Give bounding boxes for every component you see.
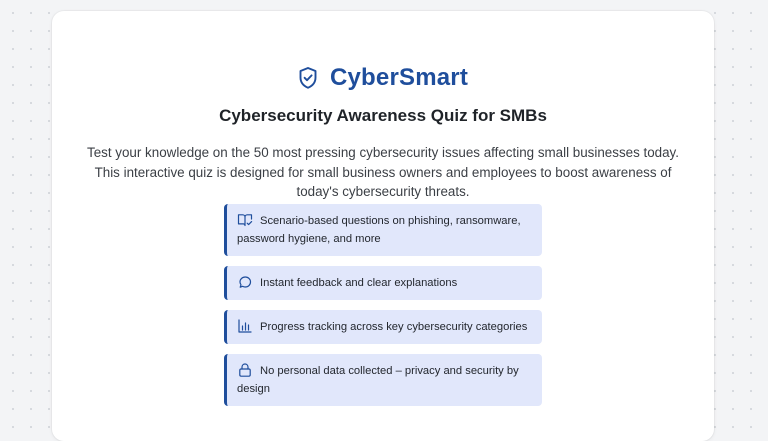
feature-text: Scenario-based questions on phishing, ra… [237, 215, 521, 245]
bar-chart-icon [237, 318, 253, 334]
quiz-intro-card: CyberSmart Cybersecurity Awareness Quiz … [52, 11, 714, 441]
intro-description: Test your knowledge on the 50 most press… [87, 145, 679, 199]
feature-text: Progress tracking across key cybersecuri… [260, 321, 528, 333]
shield-check-icon [298, 66, 318, 90]
brand-name: CyberSmart [329, 64, 469, 91]
lock-icon [237, 362, 253, 378]
message-circle-icon [237, 274, 253, 290]
feature-item-feedback: Instant feedback and clear explanations [224, 266, 542, 300]
feature-text: No personal data collected – privacy and… [237, 365, 519, 395]
brand-header: CyberSmart [52, 64, 714, 92]
page-title: Cybersecurity Awareness Quiz for SMBs [219, 106, 547, 125]
feature-text: Instant feedback and clear explanations [260, 277, 458, 289]
book-open-check-icon [237, 212, 253, 228]
feature-item-scenarios: Scenario-based questions on phishing, ra… [224, 204, 542, 256]
feature-list: Scenario-based questions on phishing, ra… [224, 204, 542, 416]
feature-item-progress: Progress tracking across key cybersecuri… [224, 310, 542, 344]
feature-item-privacy: No personal data collected – privacy and… [224, 354, 542, 406]
